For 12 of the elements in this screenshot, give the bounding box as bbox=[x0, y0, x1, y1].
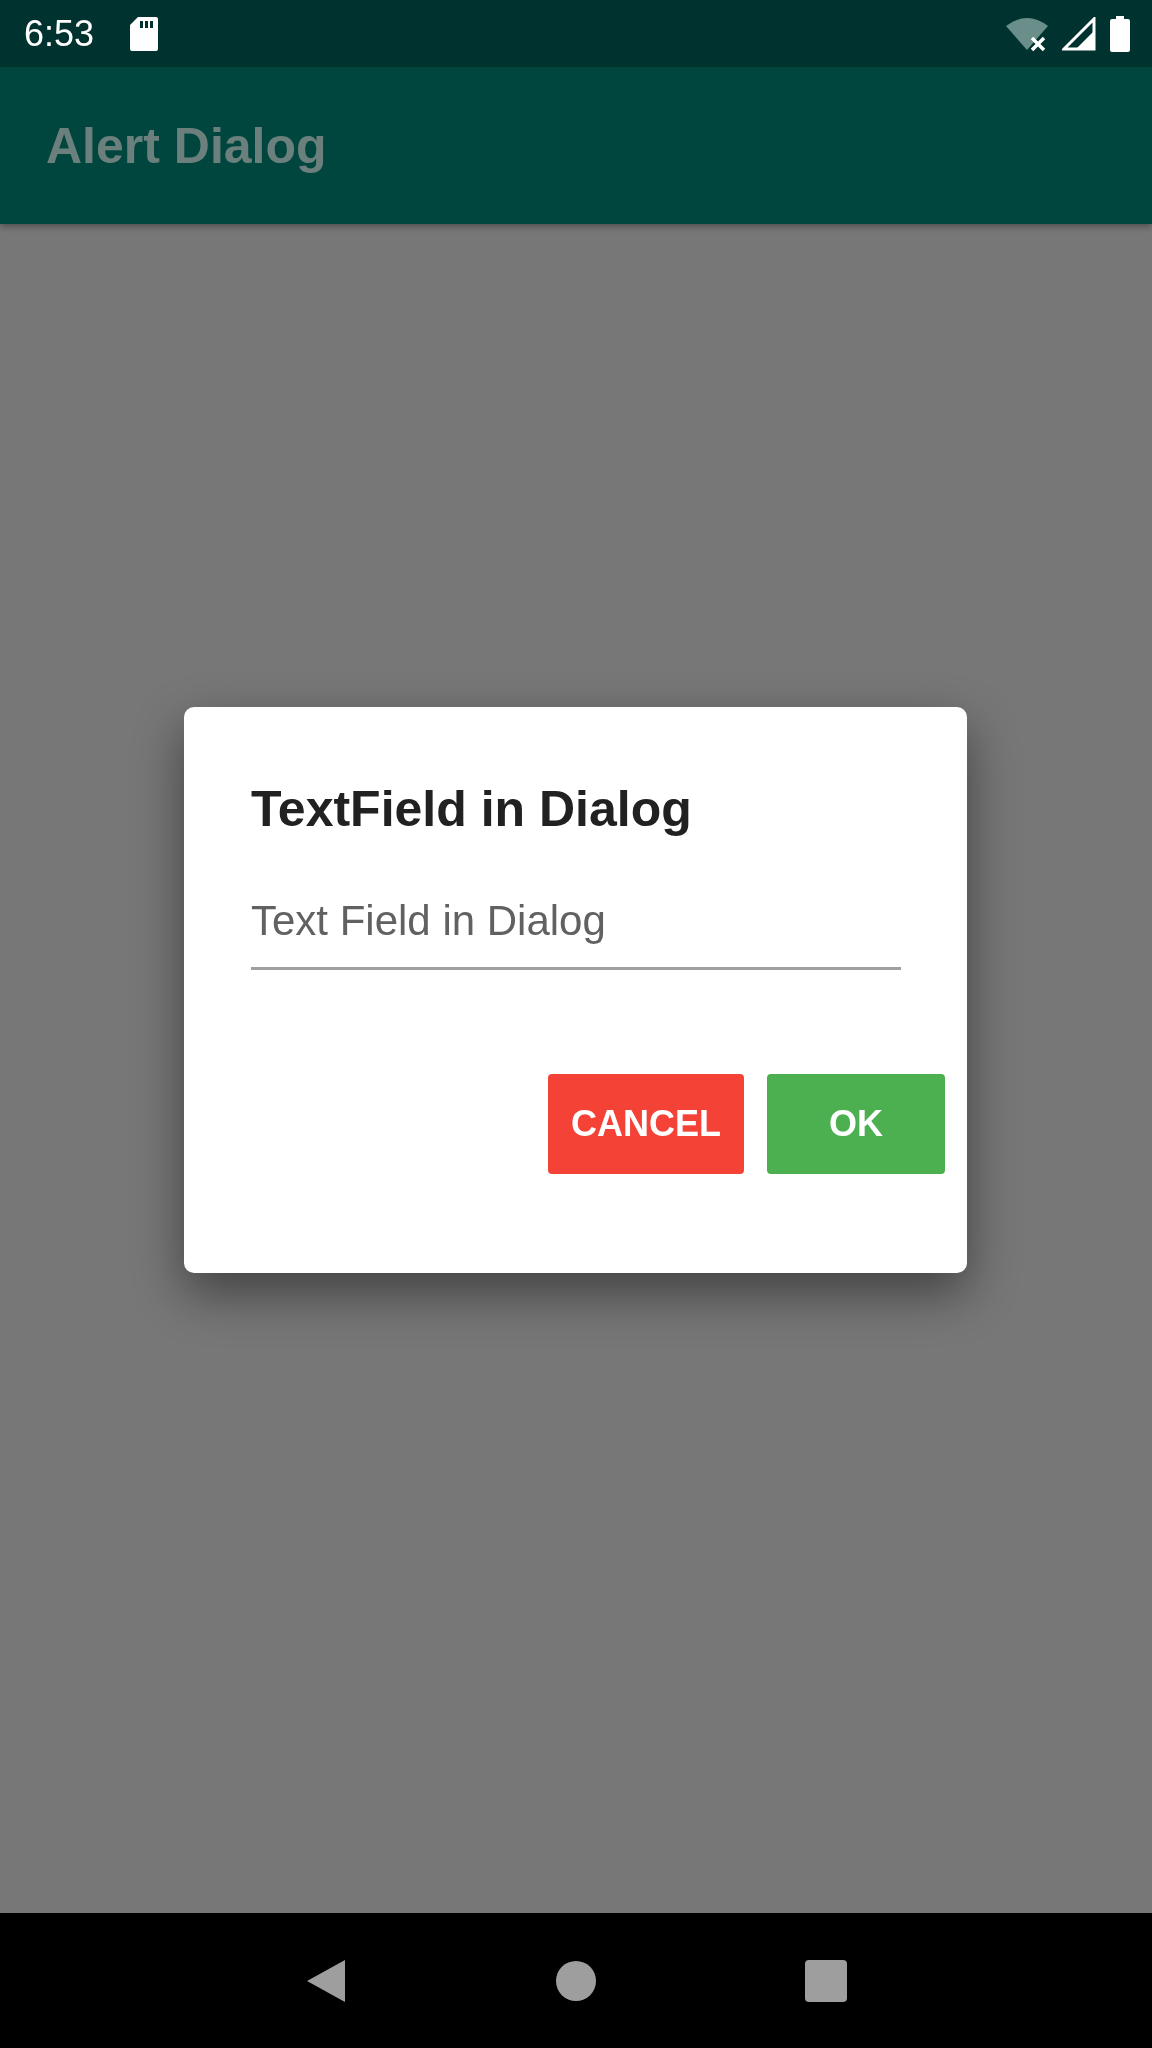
wifi-off-icon bbox=[1006, 15, 1048, 52]
cancel-button[interactable]: CANCEL bbox=[548, 1074, 744, 1174]
dialog-title: TextField in Dialog bbox=[251, 780, 693, 839]
status-time: 6:53 bbox=[24, 12, 95, 55]
home-icon[interactable] bbox=[556, 1960, 596, 2001]
recents-icon[interactable] bbox=[805, 1959, 848, 2002]
sd-card-icon bbox=[130, 16, 159, 51]
app-title: Alert Dialog bbox=[46, 116, 327, 175]
battery-icon bbox=[1110, 15, 1130, 52]
text-field[interactable]: Text Field in Dialog bbox=[251, 887, 901, 970]
ok-button[interactable]: OK bbox=[767, 1074, 945, 1174]
signal-icon bbox=[1062, 16, 1096, 51]
